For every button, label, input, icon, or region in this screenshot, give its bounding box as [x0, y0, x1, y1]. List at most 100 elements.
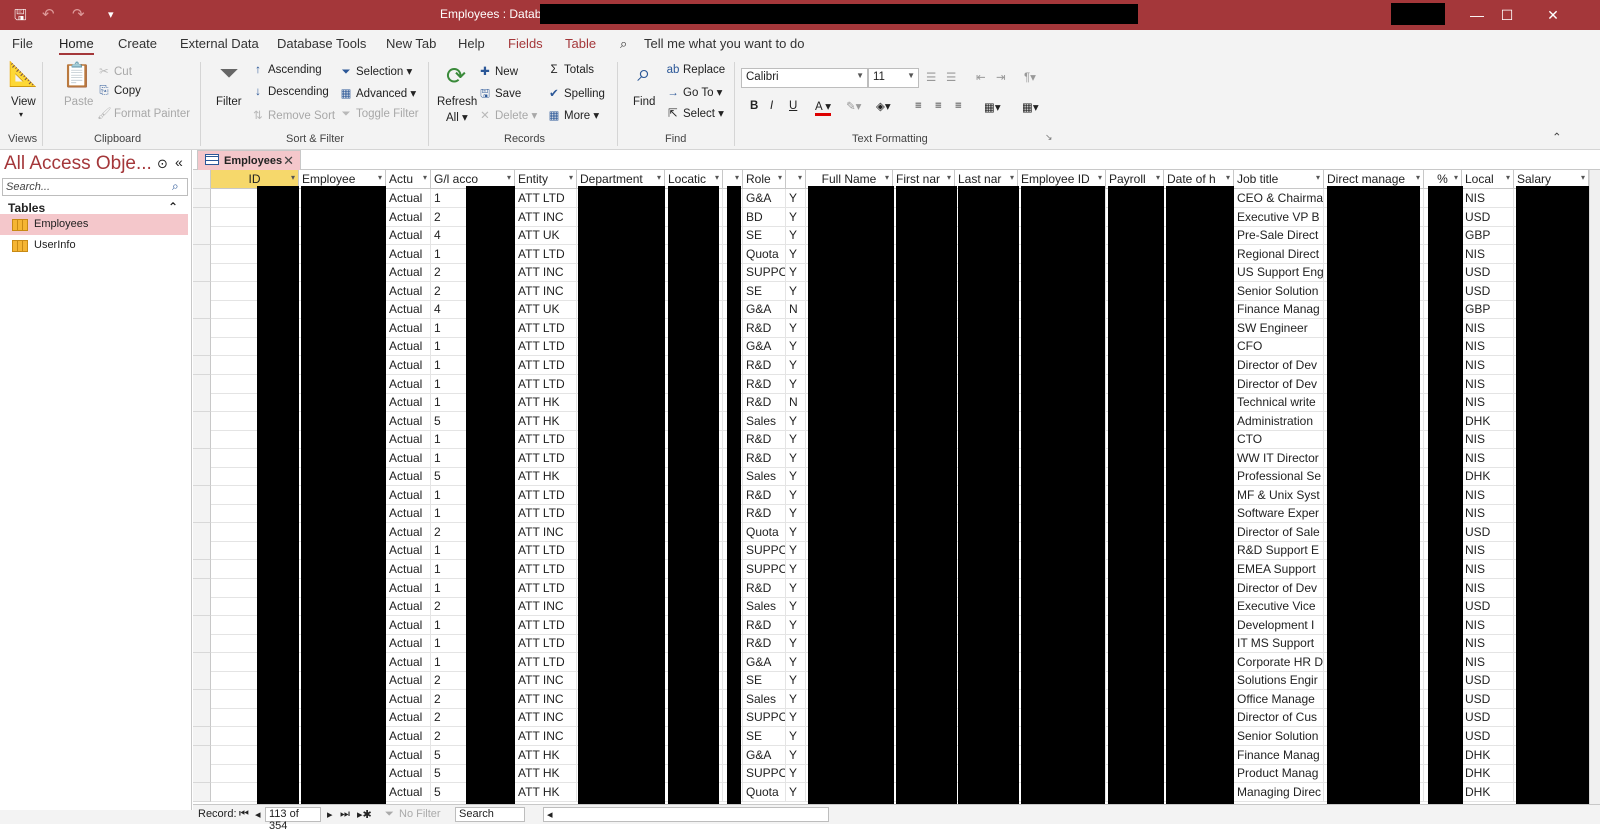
customize-quick-access-icon[interactable]: ▾ [108, 8, 114, 21]
table-cell[interactable]: DHK [1462, 411, 1514, 431]
table-cell[interactable]: Actual [386, 281, 431, 301]
table-cell[interactable]: Actual [386, 504, 431, 524]
table-cell[interactable]: R&D [743, 430, 786, 450]
select-button[interactable]: Select [683, 108, 715, 120]
table-cell[interactable]: Y [786, 374, 806, 394]
table-cell[interactable]: Actual [386, 411, 431, 431]
italic-button[interactable]: I [770, 100, 773, 112]
align-center-icon[interactable]: ≡ [935, 100, 942, 112]
chevron-down-icon[interactable]: ▾ [1506, 173, 1510, 182]
table-cell[interactable]: ATT LTD [515, 430, 577, 450]
row-selector[interactable] [193, 355, 211, 375]
table-cell[interactable]: Sales [743, 467, 786, 487]
table-cell[interactable]: G&A [743, 337, 786, 357]
table-cell[interactable]: NIS [1462, 374, 1514, 394]
chevron-down-icon[interactable]: ▾ [1098, 173, 1102, 182]
table-cell[interactable]: G&A [743, 189, 786, 208]
table-cell[interactable]: DHK [1462, 745, 1514, 765]
table-cell[interactable]: Regional Direct [1234, 244, 1324, 264]
tab-external-data[interactable]: External Data [180, 36, 259, 51]
font-family-select[interactable]: Calibri ▼ [741, 68, 868, 88]
table-cell[interactable]: Director of Dev [1234, 355, 1324, 375]
table-cell[interactable]: DHK [1462, 764, 1514, 784]
table-cell[interactable]: Y [786, 318, 806, 338]
datasheet-grid[interactable]: ID ▾ Employee ▾ Actu ▾ G/l acco ▾ Entity ▾ Departm… [193, 170, 1589, 804]
chevron-down-icon[interactable]: ▾ [1226, 173, 1230, 182]
row-selector[interactable] [193, 689, 211, 709]
row-selector[interactable] [193, 393, 211, 413]
last-record-icon[interactable]: ⏭ [340, 808, 350, 821]
row-selector[interactable] [193, 560, 211, 579]
table-cell[interactable]: NIS [1462, 652, 1514, 672]
table-cell[interactable]: Y [786, 337, 806, 357]
table-cell[interactable]: ATT INC [515, 726, 577, 746]
chevron-down-icon[interactable]: ▾ [715, 173, 719, 182]
table-cell[interactable]: MF & Unix Syst [1234, 485, 1324, 505]
chevron-down-icon[interactable]: ▾ [1316, 173, 1320, 182]
table-cell[interactable]: SUPPO [743, 764, 786, 784]
table-cell[interactable]: Y [786, 652, 806, 672]
table-cell[interactable]: ATT INC [515, 263, 577, 283]
table-cell[interactable]: ATT LTD [515, 578, 577, 598]
more-button[interactable]: More [564, 110, 590, 122]
refresh-button[interactable]: Refresh [437, 96, 477, 108]
table-cell[interactable]: G&A [743, 300, 786, 320]
chevron-down-icon[interactable]: ▾ [1010, 173, 1014, 182]
chevron-down-icon[interactable]: ▾ [947, 173, 951, 182]
table-cell[interactable]: Actual [386, 318, 431, 338]
table-cell[interactable]: ATT LTD [515, 337, 577, 357]
collapse-ribbon-icon[interactable]: ⌃ [1552, 130, 1562, 144]
copy-button[interactable]: Copy [114, 85, 141, 97]
column-header[interactable]: Local ▾ [1462, 170, 1514, 189]
tab-file[interactable]: File [12, 36, 33, 51]
table-cell[interactable]: SE [743, 671, 786, 691]
paragraph-direction-icon[interactable]: ¶▾ [1024, 70, 1036, 84]
table-cell[interactable]: USD [1462, 689, 1514, 709]
no-filter-button[interactable]: No Filter [399, 808, 441, 820]
fill-color-icon[interactable]: ◈▾ [876, 99, 891, 113]
table-cell[interactable]: DHK [1462, 467, 1514, 487]
close-tab-icon[interactable]: ✕ [283, 153, 294, 169]
chevron-down-icon[interactable]: ▾ [885, 173, 889, 182]
table-cell[interactable]: Managing Direc [1234, 782, 1324, 802]
table-cell[interactable]: USD [1462, 522, 1514, 542]
table-cell[interactable]: ATT LTD [515, 560, 577, 579]
first-record-icon[interactable]: ⏮ [239, 808, 249, 821]
table-cell[interactable]: Y [786, 578, 806, 598]
row-selector[interactable] [193, 430, 211, 450]
table-cell[interactable]: Director of Dev [1234, 578, 1324, 598]
font-color-icon[interactable]: A ▾ [815, 99, 832, 116]
table-cell[interactable]: USD [1462, 281, 1514, 301]
table-cell[interactable]: ATT LTD [515, 652, 577, 672]
table-cell[interactable]: ATT LTD [515, 485, 577, 505]
table-cell[interactable]: Y [786, 226, 806, 246]
maximize-icon[interactable]: ☐ [1492, 4, 1522, 26]
doc-tab-employees[interactable]: Employees ✕ [197, 150, 301, 170]
column-header[interactable]: Role ▾ [743, 170, 786, 189]
table-cell[interactable]: Y [786, 541, 806, 561]
save-icon[interactable]: 🖫 [14, 5, 27, 30]
table-cell[interactable]: Solutions Engir [1234, 671, 1324, 691]
table-cell[interactable]: SUPPO [743, 708, 786, 728]
align-left-icon[interactable]: ≡ [915, 100, 922, 112]
table-cell[interactable]: Y [786, 671, 806, 691]
table-cell[interactable]: NIS [1462, 578, 1514, 598]
table-cell[interactable]: NIS [1462, 318, 1514, 338]
gridlines-icon[interactable]: ▦▾ [1022, 100, 1039, 114]
table-cell[interactable]: Y [786, 281, 806, 301]
table-cell[interactable]: Actual [386, 541, 431, 561]
table-cell[interactable]: Actual [386, 355, 431, 375]
table-cell[interactable]: Actual [386, 522, 431, 542]
collapse-section-icon[interactable]: ⌃ [168, 200, 178, 214]
chevron-down-icon[interactable]: ▾ [423, 173, 427, 182]
view-dropdown-icon[interactable]: ▾ [19, 110, 23, 119]
row-selector[interactable] [193, 745, 211, 765]
table-cell[interactable]: ATT INC [515, 597, 577, 617]
row-selector[interactable] [193, 578, 211, 598]
row-selector[interactable] [193, 541, 211, 561]
chevron-down-icon[interactable]: ▾ [1581, 173, 1585, 182]
table-cell[interactable]: Executive VP B [1234, 207, 1324, 227]
table-cell[interactable]: Actual [386, 337, 431, 357]
table-cell[interactable]: N [786, 300, 806, 320]
table-cell[interactable]: Actual [386, 448, 431, 468]
